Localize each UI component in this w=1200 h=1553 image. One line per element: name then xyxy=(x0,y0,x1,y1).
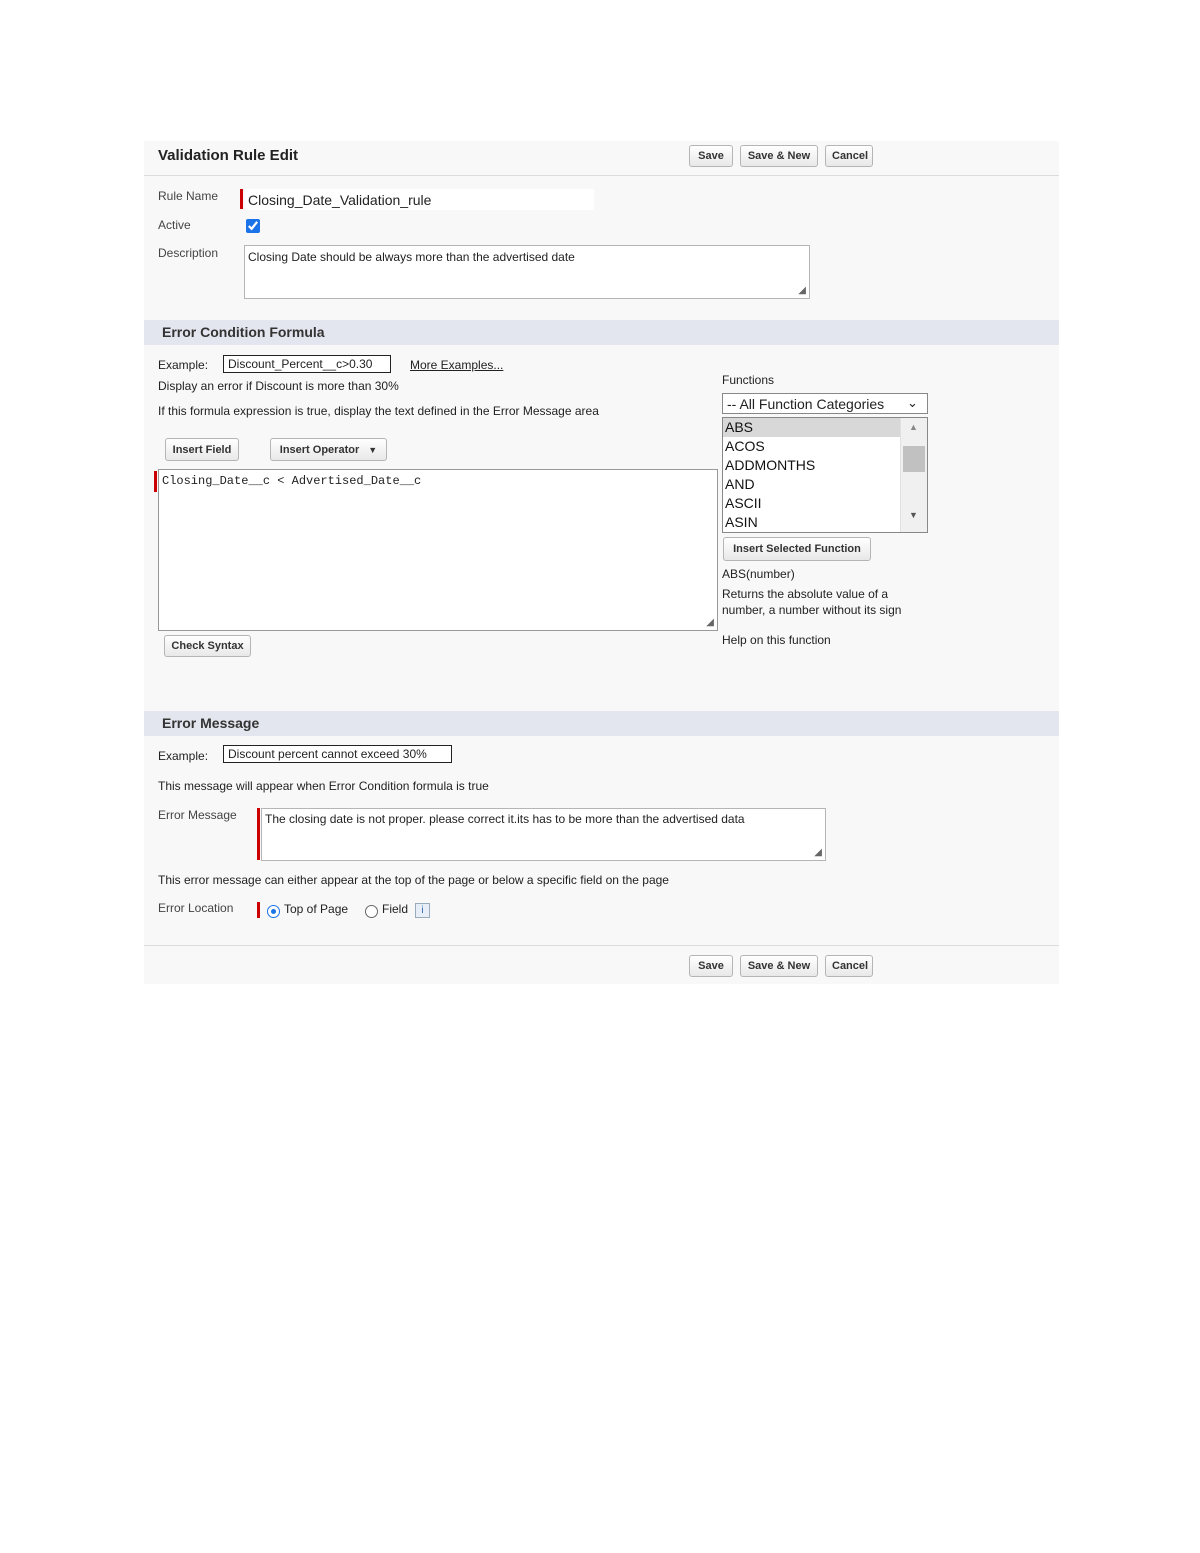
more-examples-link[interactable]: More Examples... xyxy=(410,358,503,372)
required-indicator xyxy=(154,471,157,492)
function-item-asin[interactable]: ASIN xyxy=(723,513,927,532)
formula-hint-1: Display an error if Discount is more tha… xyxy=(158,379,399,393)
function-category-select[interactable]: -- All Function Categories ⌄ xyxy=(722,393,928,414)
active-label: Active xyxy=(158,218,191,232)
function-item-and[interactable]: AND xyxy=(723,475,927,494)
error-message-hint-1: This message will appear when Error Cond… xyxy=(158,779,489,793)
resize-handle-icon[interactable]: ◢ xyxy=(706,617,714,628)
rule-name-label: Rule Name xyxy=(158,189,219,203)
save-new-button[interactable]: Save & New xyxy=(740,145,818,167)
functions-label: Functions xyxy=(722,373,775,387)
footer-cancel-button[interactable]: Cancel xyxy=(825,955,873,977)
active-checkbox[interactable] xyxy=(246,219,260,233)
info-icon[interactable]: i xyxy=(415,903,430,918)
formula-editor[interactable]: Closing_Date__c < Advertised_Date__c ◢ xyxy=(158,469,718,631)
error-message-value: The closing date is not proper. please c… xyxy=(265,812,745,826)
function-description: Returns the absolute value of a number, … xyxy=(722,587,902,617)
formula-example-box: Discount_Percent__c>0.30 xyxy=(223,355,391,373)
function-item-ascii[interactable]: ASCII xyxy=(723,494,927,513)
field-radio[interactable] xyxy=(365,905,378,918)
scrollbar-thumb[interactable] xyxy=(903,446,925,472)
error-example-label: Example: xyxy=(158,749,209,763)
save-button[interactable]: Save xyxy=(689,145,733,167)
function-item-abs[interactable]: ABS xyxy=(723,418,900,437)
required-indicator xyxy=(257,902,260,918)
error-condition-section-title: Error Condition Formula xyxy=(162,324,325,340)
error-message-textarea[interactable]: The closing date is not proper. please c… xyxy=(261,808,826,861)
function-category-value: -- All Function Categories xyxy=(727,396,885,412)
cancel-button[interactable]: Cancel xyxy=(825,145,873,167)
function-item-acos[interactable]: ACOS xyxy=(723,437,927,456)
error-message-hint-2: This error message can either appear at … xyxy=(158,873,669,887)
top-of-page-label: Top of Page xyxy=(284,902,349,916)
error-message-section-header: Error Message xyxy=(144,711,1059,736)
footer-save-new-button[interactable]: Save & New xyxy=(740,955,818,977)
insert-operator-label: Insert Operator xyxy=(279,443,360,456)
error-example-box: Discount percent cannot exceed 30% xyxy=(223,745,452,763)
top-of-page-radio[interactable] xyxy=(267,905,280,918)
resize-handle-icon[interactable]: ◢ xyxy=(814,847,822,858)
formula-example-label: Example: xyxy=(158,358,209,372)
header-divider xyxy=(144,175,1059,176)
footer-save-button[interactable]: Save xyxy=(689,955,733,977)
function-signature: ABS(number) xyxy=(722,567,795,581)
error-condition-section-header: Error Condition Formula xyxy=(144,320,1059,345)
description-textarea[interactable]: Closing Date should be always more than … xyxy=(244,245,810,299)
function-item-addmonths[interactable]: ADDMONTHS xyxy=(723,456,927,475)
chevron-down-icon: ⌄ xyxy=(907,395,918,410)
page-title: Validation Rule Edit xyxy=(158,147,299,164)
function-list[interactable]: ABS ACOS ADDMONTHS AND ASCII ASIN ▲ ▼ xyxy=(722,417,928,533)
scroll-up-icon[interactable]: ▲ xyxy=(909,422,918,432)
description-value: Closing Date should be always more than … xyxy=(248,250,575,264)
check-syntax-button[interactable]: Check Syntax xyxy=(164,635,251,657)
rule-name-input[interactable]: Closing_Date_Validation_rule xyxy=(245,189,594,210)
insert-selected-function-button[interactable]: Insert Selected Function xyxy=(723,537,871,561)
required-indicator xyxy=(257,808,260,860)
scroll-down-icon[interactable]: ▼ xyxy=(909,510,918,520)
description-label: Description xyxy=(158,246,219,260)
error-message-section-title: Error Message xyxy=(162,715,260,731)
insert-operator-button[interactable]: Insert Operator ▼ xyxy=(270,438,387,461)
function-list-scrollbar[interactable]: ▲ ▼ xyxy=(900,418,927,532)
error-location-label: Error Location xyxy=(158,901,234,915)
function-help-link[interactable]: Help on this function xyxy=(722,633,831,647)
formula-value: Closing_Date__c < Advertised_Date__c xyxy=(162,474,422,488)
error-message-label: Error Message xyxy=(158,808,237,822)
rule-name-value: Closing_Date_Validation_rule xyxy=(248,192,432,208)
field-label: Field xyxy=(382,902,409,916)
resize-handle-icon[interactable]: ◢ xyxy=(798,285,806,296)
footer-divider xyxy=(144,945,1059,946)
validation-rule-panel: Validation Rule Edit Save Save & New Can… xyxy=(144,141,1059,984)
formula-hint-2: If this formula expression is true, disp… xyxy=(158,404,599,418)
required-indicator xyxy=(240,189,243,209)
dropdown-arrow-icon: ▼ xyxy=(368,444,378,455)
insert-field-button[interactable]: Insert Field xyxy=(165,438,239,461)
